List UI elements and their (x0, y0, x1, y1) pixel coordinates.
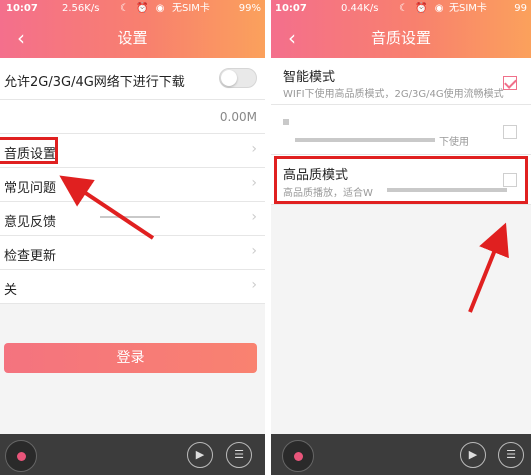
status-time: 10:07 (6, 3, 38, 14)
network-download-row[interactable]: 允许2G/3G/4G网络下进行下载 (0, 58, 265, 100)
login-button[interactable]: 登录 (4, 343, 257, 373)
option-smart-mode[interactable]: 智能模式 WIFI下使用高品质模式，2G/3G/4G使用流畅模式 (271, 58, 531, 105)
back-icon[interactable]: ‹ (6, 18, 36, 58)
option-checkbox[interactable] (503, 125, 517, 139)
album-disc-icon[interactable] (282, 440, 314, 472)
option-description: 下使用 (439, 137, 469, 148)
menu-item-label: 常见问题 (4, 181, 57, 196)
status-icons: ☾ ⏰ ◉ (120, 3, 167, 14)
page-title: 音质设置 (370, 29, 431, 47)
status-carrier: 无SIM卡 (449, 3, 487, 14)
album-disc-icon[interactable] (5, 440, 37, 472)
clear-cache-row[interactable]: 0.00M (0, 100, 265, 134)
chevron-right-icon: › (251, 243, 257, 259)
menu-item-label: 检查更新 (4, 249, 57, 264)
option-description: WIFI下使用高品质模式，2G/3G/4G使用流畅模式 (283, 89, 504, 100)
chevron-right-icon: › (251, 175, 257, 191)
title-bar: ‹ 音质设置 (271, 18, 531, 58)
menu-item-about[interactable]: 关 › (0, 270, 265, 304)
page-title: 设置 (117, 29, 148, 47)
highlight-box (0, 137, 58, 164)
playlist-icon[interactable]: ☰ (226, 442, 252, 468)
menu-item-label: 意见反馈 (4, 215, 57, 230)
highlight-box (274, 156, 528, 204)
cache-size-value: 0.00M (219, 110, 257, 124)
option-checkbox[interactable] (503, 76, 517, 90)
status-battery: 99% (238, 3, 261, 14)
redacted-text (100, 216, 160, 218)
toggle-knob (221, 70, 237, 86)
status-time: 10:07 (275, 3, 307, 14)
settings-screen: 10:07 2.56K/s ☾ ⏰ ◉ 无SIM卡 99% ‹ 设置 允许2G/… (0, 0, 265, 475)
play-icon[interactable]: ▶ (187, 442, 213, 468)
status-bar: 10:07 2.56K/s ☾ ⏰ ◉ 无SIM卡 99% (0, 0, 265, 18)
option-fluent-mode[interactable]: 下使用 (271, 105, 531, 155)
player-bar: ▶ ☰ (0, 434, 265, 475)
redacted-text (295, 138, 435, 142)
menu-item-label: 关 (4, 283, 18, 298)
audio-quality-screen: 10:07 0.44K/s ☾ ⏰ ◉ 无SIM卡 99 ‹ 音质设置 智能模式… (271, 0, 531, 475)
player-bar: ▶ ☰ (271, 434, 531, 475)
title-bar: ‹ 设置 (0, 18, 265, 58)
back-icon[interactable]: ‹ (277, 18, 307, 58)
status-battery: 99 (514, 3, 527, 14)
menu-item-feedback[interactable]: 意见反馈 › (0, 202, 265, 236)
network-download-label: 允许2G/3G/4G网络下进行下载 (4, 75, 185, 90)
status-speed: 0.44K/s (341, 3, 379, 14)
network-download-toggle[interactable] (219, 68, 257, 88)
menu-item-faq[interactable]: 常见问题 › (0, 168, 265, 202)
status-bar: 10:07 0.44K/s ☾ ⏰ ◉ 无SIM卡 99 (271, 0, 531, 18)
status-carrier: 无SIM卡 (172, 3, 210, 14)
playlist-icon[interactable]: ☰ (498, 442, 524, 468)
menu-item-check-update[interactable]: 检查更新 › (0, 236, 265, 270)
redacted-text (283, 119, 289, 125)
chevron-right-icon: › (251, 209, 257, 225)
chevron-right-icon: › (251, 141, 257, 157)
disc-center (294, 452, 303, 461)
disc-center (17, 452, 26, 461)
status-speed: 2.56K/s (62, 3, 100, 14)
status-icons: ☾ ⏰ ◉ (399, 3, 446, 14)
play-icon[interactable]: ▶ (460, 442, 486, 468)
option-title: 智能模式 (283, 70, 336, 85)
chevron-right-icon: › (251, 277, 257, 293)
